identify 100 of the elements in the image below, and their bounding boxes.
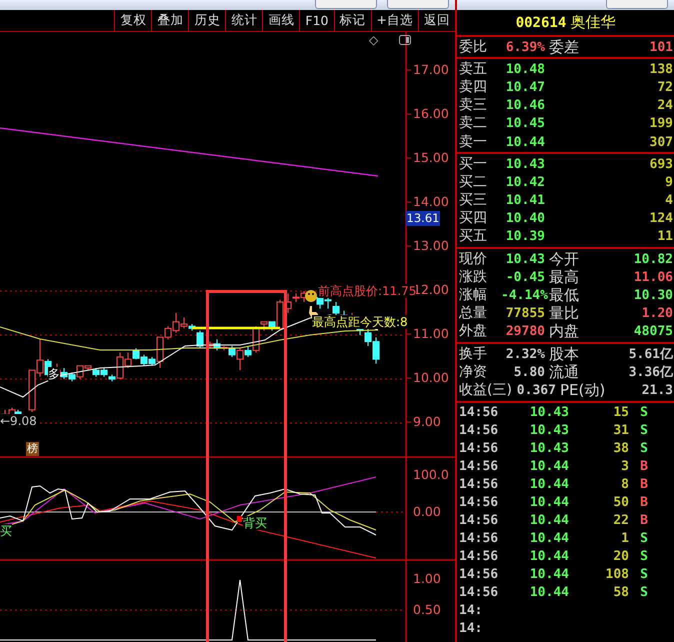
trade-side: B bbox=[639, 459, 649, 474]
price-axis-label: 9.00 bbox=[413, 414, 441, 429]
order-level-label: 买五 bbox=[458, 228, 488, 246]
diamond-icon[interactable]: ◇ bbox=[369, 33, 378, 47]
trade-side: S bbox=[639, 567, 649, 582]
order-level-label: 卖五 bbox=[458, 60, 488, 78]
indicator-axis-label: 1.00 bbox=[413, 571, 441, 586]
field-value: 0.367 bbox=[516, 382, 556, 398]
field-value: -0.45 bbox=[504, 270, 545, 285]
trade-time: 14:56 bbox=[458, 459, 500, 474]
order-level-label: 卖四 bbox=[458, 78, 488, 96]
order-price: 10.47 bbox=[504, 80, 545, 95]
field-value: 5.61亿 bbox=[628, 346, 674, 364]
field-value: 11.06 bbox=[634, 270, 674, 285]
trade-side: S bbox=[639, 531, 649, 546]
trade-side: S bbox=[639, 585, 649, 600]
trade-side: S bbox=[639, 405, 649, 420]
price-axis-label: 17.00 bbox=[413, 62, 449, 77]
trade-time: 14:56 bbox=[458, 495, 500, 510]
price-axis-label: 10.00 bbox=[413, 370, 449, 385]
price-axis-label: 15.00 bbox=[413, 150, 449, 165]
trade-price: 10.44 bbox=[528, 567, 569, 582]
indicator-axis-label: 100.0 bbox=[413, 467, 449, 482]
order-level-label: 卖一 bbox=[458, 134, 488, 151]
trade-volume: 22 bbox=[612, 513, 629, 528]
order-level-label: 卖二 bbox=[458, 115, 488, 132]
field-value: 101 bbox=[650, 40, 674, 55]
current-price-badge: 13.61 bbox=[406, 211, 440, 226]
chart-annotation: 最高点距今天数:8 bbox=[312, 315, 408, 329]
order-volume: 9 bbox=[665, 174, 674, 190]
price-axis-label: 14.00 bbox=[413, 194, 449, 209]
order-volume: 72 bbox=[657, 80, 674, 95]
trade-price: 10.44 bbox=[528, 549, 569, 564]
field-label: 换手 bbox=[458, 346, 488, 363]
smiley-icon bbox=[305, 290, 317, 302]
price-axis-label: 16.00 bbox=[413, 106, 449, 121]
field-value: 6.39% bbox=[504, 40, 545, 55]
field-value: 2.32% bbox=[504, 346, 545, 362]
order-volume: 199 bbox=[650, 116, 674, 132]
field-label: 涨跌 bbox=[458, 268, 488, 286]
order-price: 10.48 bbox=[504, 62, 545, 77]
trade-price: 10.44 bbox=[528, 513, 569, 528]
buy-signal-label: 背买 bbox=[243, 516, 267, 530]
trade-side: B bbox=[639, 513, 649, 528]
trade-price: 10.44 bbox=[528, 477, 569, 492]
low-price-marker: ←9.08 bbox=[0, 414, 37, 428]
trade-volume: 3 bbox=[620, 459, 629, 474]
trade-time: 14:56 bbox=[458, 441, 500, 456]
order-volume: 307 bbox=[650, 134, 674, 150]
field-value: 77855 bbox=[504, 306, 545, 322]
chart-annotation: 前高点股价:11.75 bbox=[318, 284, 416, 298]
order-price: 10.44 bbox=[504, 134, 545, 150]
stock-name: 奥佳华 bbox=[570, 13, 616, 32]
trade-price: 10.44 bbox=[528, 459, 569, 474]
order-price: 10.41 bbox=[504, 193, 545, 208]
field-label: 流通 bbox=[548, 362, 580, 382]
field-value: 5.80 bbox=[512, 364, 545, 380]
trade-price: 10.43 bbox=[528, 405, 569, 420]
trade-volume: 58 bbox=[612, 585, 629, 600]
order-volume: 124 bbox=[650, 211, 674, 226]
trade-price: 10.43 bbox=[528, 423, 569, 438]
order-price: 10.42 bbox=[504, 174, 545, 190]
order-volume: 693 bbox=[650, 156, 674, 172]
field-value: 21.3 bbox=[642, 382, 674, 398]
order-price: 10.40 bbox=[504, 211, 545, 226]
order-level-label: 买三 bbox=[458, 192, 488, 210]
order-level-label: 买二 bbox=[458, 174, 488, 191]
trade-time: 14:56 bbox=[458, 513, 500, 528]
trade-price: 10.44 bbox=[528, 585, 569, 600]
price-axis-label: 11.00 bbox=[413, 326, 449, 341]
field-value: 1.20 bbox=[642, 306, 674, 322]
field-label: 最低 bbox=[548, 286, 580, 306]
order-price: 10.46 bbox=[504, 98, 545, 114]
field-label: PE(动) bbox=[558, 380, 606, 400]
stock-code: 002614 bbox=[516, 14, 566, 30]
field-label: 最高 bbox=[548, 268, 580, 287]
trade-price: 10.44 bbox=[528, 495, 569, 510]
field-label: 收益(三) bbox=[458, 382, 512, 399]
field-value: 29780 bbox=[504, 324, 545, 340]
order-volume: 138 bbox=[650, 62, 674, 77]
trade-volume: 50 bbox=[612, 495, 629, 510]
panel-toggle-icon[interactable] bbox=[399, 35, 411, 45]
field-value: 10.82 bbox=[634, 252, 674, 267]
field-value: 10.30 bbox=[634, 288, 674, 304]
field-value: 3.36亿 bbox=[628, 364, 674, 382]
field-label: 委差 bbox=[548, 38, 580, 57]
order-price: 10.39 bbox=[504, 229, 545, 244]
trade-time: 14:56 bbox=[458, 531, 500, 546]
trade-volume: 20 bbox=[612, 549, 629, 564]
trade-volume: 15 bbox=[612, 405, 629, 420]
order-volume: 24 bbox=[657, 98, 674, 114]
field-label: 量比 bbox=[548, 304, 580, 324]
field-label: 委比 bbox=[458, 38, 488, 56]
trade-time: 14:56 bbox=[458, 477, 500, 492]
trade-time: 14:56 bbox=[458, 549, 500, 564]
field-label: 外盘 bbox=[458, 323, 488, 340]
field-value: 10.43 bbox=[504, 252, 545, 267]
order-level-label: 卖三 bbox=[458, 97, 488, 114]
trade-time: 14: bbox=[458, 621, 484, 636]
rank-badge[interactable]: 榜 bbox=[26, 442, 39, 456]
